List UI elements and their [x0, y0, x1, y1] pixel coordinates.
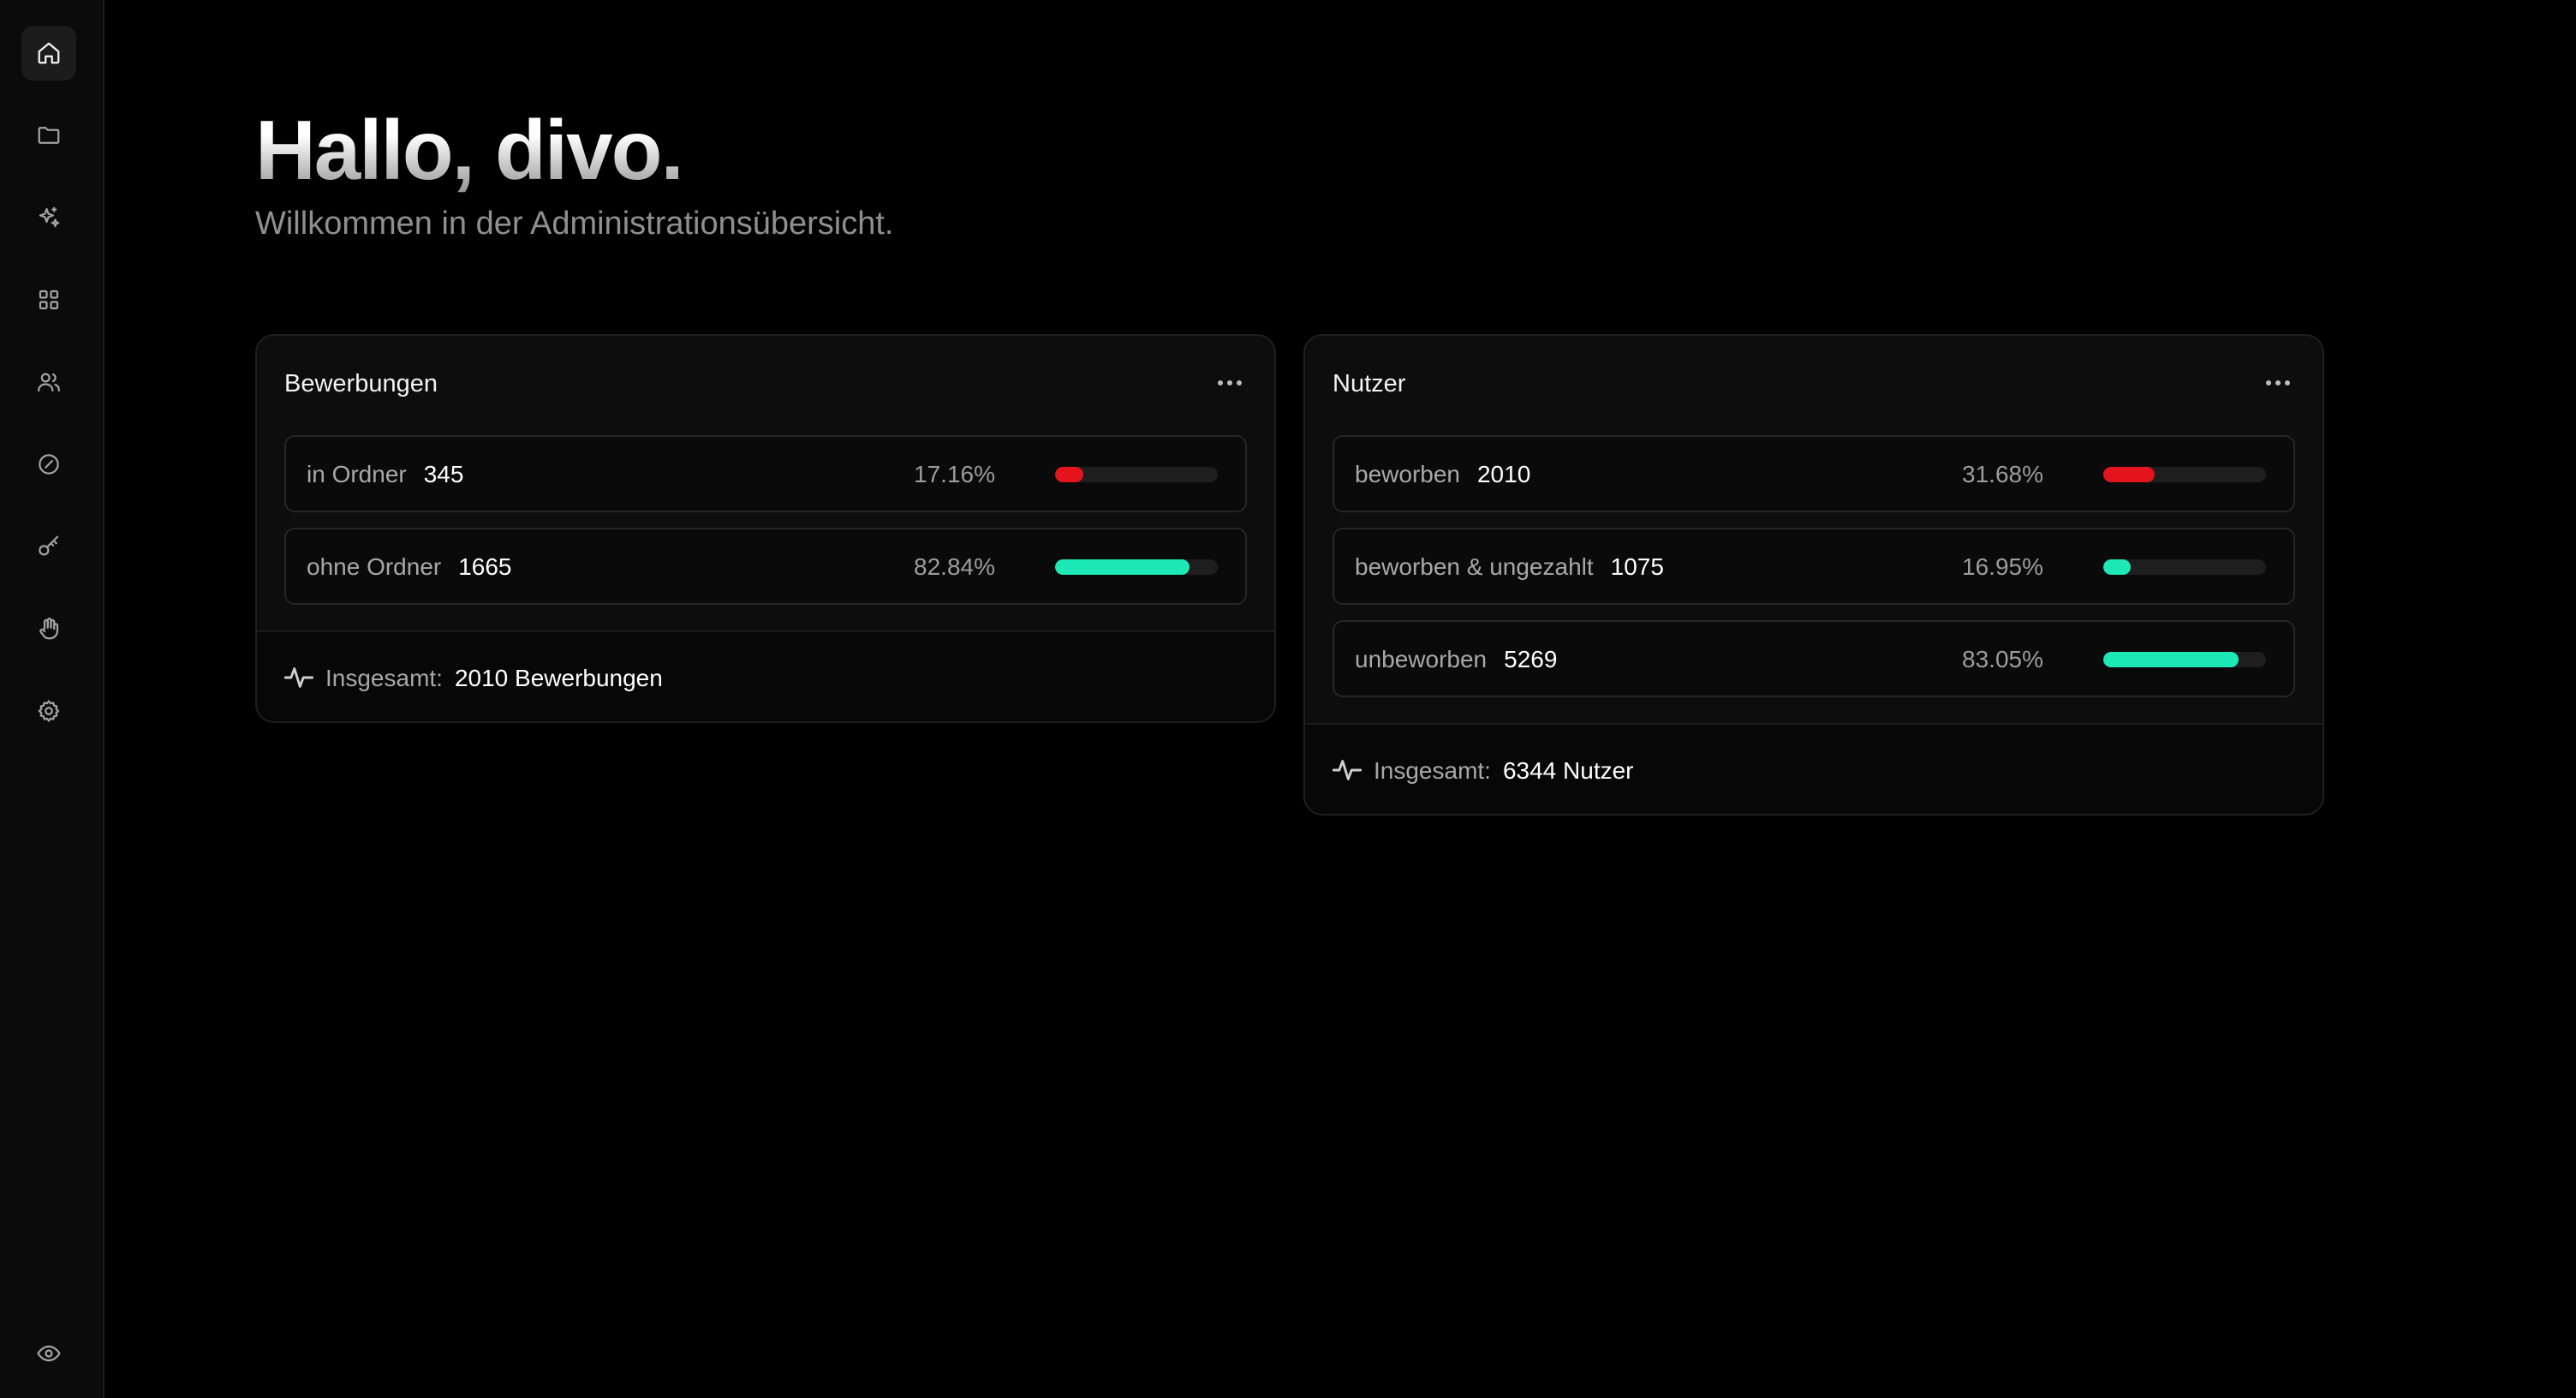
- stat-percent: 82.84%: [914, 553, 995, 580]
- users-icon: [38, 373, 60, 392]
- progress-bar: [2103, 652, 2266, 667]
- stat-percent: 31.68%: [1962, 461, 2043, 487]
- progress-bar: [2103, 559, 2266, 575]
- more-options-button[interactable]: [2261, 370, 2295, 396]
- stat-label: ohne Ordner 1665: [307, 553, 512, 581]
- card-footer: Insgesamt: 6344 Nutzer: [1305, 723, 2323, 814]
- progress-fill: [1055, 467, 1083, 482]
- sidebar-item-sparkles[interactable]: [21, 190, 76, 245]
- stat-value: 345: [423, 461, 464, 487]
- sidebar-item-folders[interactable]: [21, 108, 76, 163]
- dot-icon: [1237, 380, 1242, 385]
- stat-label-text: in Ordner: [307, 461, 407, 487]
- gauge-icon: [39, 454, 59, 475]
- activity-icon: [283, 665, 314, 690]
- stat-label-text: unbeworben: [1355, 646, 1488, 672]
- activity-icon: [1332, 757, 1363, 783]
- card-title: Bewerbungen: [284, 370, 438, 397]
- total-label-text: Insgesamt:: [1374, 757, 1491, 784]
- total-label: Insgesamt: 2010 Bewerbungen: [325, 665, 663, 692]
- progress-fill: [2103, 559, 2132, 575]
- dot-icon: [2266, 380, 2271, 385]
- card-header: Bewerbungen: [257, 336, 1274, 435]
- stat-value: 5269: [1504, 646, 1558, 672]
- stat-row-not-applied: unbeworben 5269 83.05%: [1333, 620, 2295, 697]
- stat-list: beworben 2010 31.68% beworben & ungezahlt…: [1305, 435, 2323, 697]
- app: Hallo, divo. Willkommen in der Administr…: [0, 0, 2576, 1398]
- applications-card: Bewerbungen in Ordner 345 17.16% ohne Ord…: [255, 334, 1276, 723]
- card-title: Nutzer: [1333, 370, 1406, 397]
- stat-value: 2010: [1476, 461, 1531, 487]
- total-value: 6344 Nutzer: [1502, 757, 1634, 784]
- card-header: Nutzer: [1305, 336, 2323, 435]
- card-footer: Insgesamt: 2010 Bewerbungen: [257, 630, 1274, 721]
- sidebar-item-dashboard[interactable]: [21, 272, 76, 327]
- stat-row-applied-unpaid: beworben & ungezahlt 1075 16.95%: [1333, 528, 2295, 605]
- settings-icon: [38, 700, 60, 722]
- dot-icon: [2275, 380, 2281, 385]
- progress-fill: [1055, 559, 1190, 575]
- sidebar-item-home[interactable]: [21, 26, 76, 81]
- dot-icon: [2285, 380, 2290, 385]
- total-label-text: Insgesamt:: [325, 665, 443, 691]
- hand-icon: [39, 618, 59, 640]
- total-value: 2010 Bewerbungen: [454, 665, 663, 691]
- stat-label: unbeworben 5269: [1355, 646, 1557, 673]
- key-icon: [39, 535, 59, 556]
- sidebar-item-visibility[interactable]: [21, 1326, 76, 1381]
- sidebar-item-keys[interactable]: [21, 519, 76, 574]
- stat-value: 1665: [458, 553, 512, 580]
- sidebar-item-requests[interactable]: [21, 601, 76, 656]
- eye-icon: [37, 1345, 61, 1362]
- page-subtitle: Willkommen in der Administrationsübersic…: [255, 206, 894, 242]
- sidebar-item-settings[interactable]: [21, 684, 76, 738]
- total-label: Insgesamt: 6344 Nutzer: [1374, 757, 1634, 785]
- progress-fill: [2103, 467, 2156, 482]
- progress-fill: [2103, 652, 2239, 667]
- page-title: Hallo, divo.: [255, 103, 684, 197]
- dot-icon: [1218, 380, 1223, 385]
- stat-row-no-folder: ohne Ordner 1665 82.84%: [284, 528, 1247, 605]
- stat-percent: 17.16%: [914, 461, 995, 487]
- stat-list: in Ordner 345 17.16% ohne Ordner 1665 82.8…: [257, 435, 1274, 605]
- dot-icon: [1227, 380, 1232, 385]
- stat-label-text: beworben: [1355, 461, 1460, 487]
- grid-icon: [39, 290, 59, 310]
- sidebar: [0, 0, 104, 1398]
- stat-percent: 16.95%: [1962, 553, 2043, 580]
- sidebar-item-performance[interactable]: [21, 437, 76, 492]
- stat-label: beworben 2010: [1355, 461, 1530, 488]
- more-options-button[interactable]: [1213, 370, 1247, 396]
- stat-row-in-folder: in Ordner 345 17.16%: [284, 435, 1247, 512]
- stat-label: in Ordner 345: [307, 461, 463, 488]
- users-card: Nutzer beworben 2010 31.68% beworben & un…: [1303, 334, 2324, 816]
- progress-bar: [2103, 467, 2266, 482]
- progress-bar: [1055, 467, 1218, 482]
- stat-label: beworben & ungezahlt 1075: [1355, 553, 1664, 581]
- progress-bar: [1055, 559, 1218, 575]
- stat-percent: 83.05%: [1962, 646, 2043, 672]
- stat-label-text: ohne Ordner: [307, 553, 442, 580]
- stat-row-applied: beworben 2010 31.68%: [1333, 435, 2295, 512]
- sidebar-item-users[interactable]: [21, 355, 76, 409]
- stat-value: 1075: [1610, 553, 1664, 580]
- stat-label-text: beworben & ungezahlt: [1355, 553, 1594, 580]
- sparkles-icon: [39, 206, 60, 228]
- folder-icon: [38, 127, 60, 144]
- home-icon: [38, 42, 60, 64]
